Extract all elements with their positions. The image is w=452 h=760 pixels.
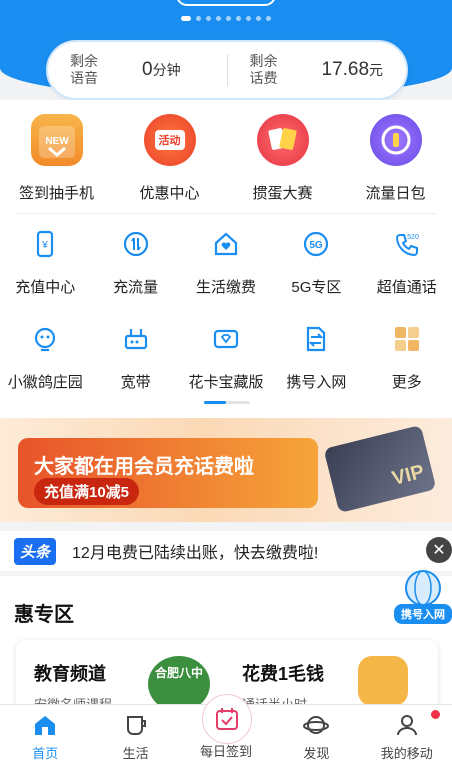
grid-more-icon (389, 321, 425, 357)
carousel-dot (266, 16, 271, 21)
promo-education-title[interactable]: 教育频道 (34, 660, 106, 686)
playing-cards-icon (256, 114, 309, 166)
service-label: 超值通话 (376, 279, 437, 296)
tab-home[interactable]: 首页 (0, 705, 90, 760)
banner-subtitle: 充值满10减5 (34, 478, 140, 505)
promo-banner[interactable]: 大家都在用会员充话费啦 充值满10减5 VIP (0, 418, 452, 522)
banner-title: 大家都在用会员充话费啦 (34, 456, 254, 478)
service-life-payment[interactable]: 生活缴费 (181, 226, 271, 297)
heart-image (358, 656, 408, 706)
calendar-gift-icon: NEW (30, 114, 83, 166)
featured-label: 优惠中心 (139, 185, 200, 202)
carousel-dot (226, 16, 231, 21)
carousel-dot (216, 16, 221, 21)
fee-balance-label: 剩余话费 (249, 53, 278, 86)
service-number-transfer[interactable]: 携号入网 (271, 321, 361, 392)
carousel-indicator (0, 16, 452, 21)
fee-balance-value: 17.68元 (321, 59, 384, 80)
notification-dot (431, 710, 440, 719)
pigeon-icon (27, 321, 63, 357)
tab-life[interactable]: 生活 (90, 705, 180, 760)
user-icon (393, 713, 421, 737)
featured-row: NEW 签到抽手机 活动 优惠中心 掼蛋大赛 流量日包 (0, 114, 452, 203)
carousel-dot (181, 16, 191, 21)
service-label: 携号入网 (286, 374, 347, 391)
service-label: 充值中心 (15, 279, 76, 296)
featured-label: 签到抽手机 (18, 185, 94, 202)
service-recharge[interactable]: ¥ 充值中心 (0, 226, 90, 297)
carousel-dot (256, 16, 261, 21)
svg-text:NEW: NEW (45, 136, 69, 147)
tab-discover[interactable]: 发现 (271, 705, 361, 760)
planet-icon (302, 713, 330, 737)
headline-text: 12月电费已陆续出账，快去缴费啦! (72, 545, 319, 562)
service-label: 5G专区 (291, 279, 342, 296)
call-520-icon: 520 (389, 226, 425, 262)
featured-label: 流量日包 (365, 185, 426, 202)
service-label: 更多 (391, 374, 422, 391)
globe-icon (405, 570, 441, 606)
featured-card-contest[interactable]: 掼蛋大赛 (226, 114, 339, 203)
svg-text:5G: 5G (310, 240, 324, 251)
carousel-dot (206, 16, 211, 21)
grid-page-indicator (204, 401, 250, 404)
service-5g[interactable]: 5G 5G专区 (271, 226, 361, 297)
tab-label: 首页 (32, 746, 59, 760)
headline-tag: 头条 (14, 537, 57, 565)
divider (16, 213, 436, 214)
featured-checkin-phone[interactable]: NEW 签到抽手机 (0, 114, 113, 203)
grid-page-indicator-fill (204, 401, 226, 404)
featured-label: 掼蛋大赛 (252, 185, 313, 202)
service-more[interactable]: 更多 (362, 321, 452, 392)
flow-package-icon (369, 114, 422, 166)
close-icon[interactable]: ✕ (426, 537, 452, 563)
pull-handle[interactable] (176, 0, 276, 6)
service-value-call[interactable]: 520 超值通话 (362, 226, 452, 297)
section-title: 惠专区 (14, 604, 74, 626)
tab-label: 我的移动 (380, 746, 433, 760)
router-icon (118, 321, 154, 357)
fee-balance[interactable]: 剩余话费 17.68元 (228, 53, 407, 87)
headline-notice[interactable]: 头条 12月电费已陆续出账，快去缴费啦! (0, 531, 452, 571)
service-label: 小徽鸽庄园 (7, 374, 83, 391)
service-label: 生活缴费 (195, 279, 256, 296)
service-grid: ¥ 充值中心 充流量 生活缴费 5G 5G专区 520 超值通话 小徽鸽庄园 宽… (0, 226, 452, 392)
carousel-dot (196, 16, 201, 21)
home-icon (31, 713, 59, 737)
balance-card[interactable]: 剩余语音 0分钟 剩余话费 17.68元 (46, 40, 408, 100)
voice-balance-label: 剩余语音 (70, 53, 98, 86)
service-label: 宽带 (120, 374, 151, 391)
home-heart-icon (208, 226, 244, 262)
service-data-recharge[interactable]: 充流量 (90, 226, 180, 297)
service-pigeon-manor[interactable]: 小徽鸽庄园 (0, 321, 90, 392)
featured-discount-center[interactable]: 活动 优惠中心 (113, 114, 226, 203)
floating-transfer-badge[interactable]: 携号入网 (394, 566, 452, 628)
carousel-dot (246, 16, 251, 21)
voice-balance[interactable]: 剩余语音 0分钟 (48, 53, 227, 87)
service-label: 充流量 (113, 279, 159, 296)
number-transfer-icon (298, 321, 334, 357)
floating-badge-label: 携号入网 (394, 604, 452, 624)
tab-label: 发现 (303, 746, 330, 760)
voice-balance-value: 0分钟 (142, 59, 181, 80)
data-flow-icon (118, 226, 154, 262)
svg-text:¥: ¥ (41, 240, 48, 251)
calendar-check-icon (216, 708, 238, 730)
promo-call-title[interactable]: 花费1毛钱 (242, 660, 324, 686)
5g-icon: 5G (298, 226, 334, 262)
phone-recharge-icon: ¥ (27, 226, 63, 262)
vip-card-image: VIP (323, 424, 437, 514)
shopping-bag-icon: 活动 (143, 114, 196, 166)
card-diamond-icon (208, 321, 244, 357)
service-broadband[interactable]: 宽带 (90, 321, 180, 392)
cup-icon (122, 713, 150, 737)
daily-checkin-button[interactable] (202, 694, 252, 744)
tab-label: 生活 (122, 746, 149, 760)
featured-flow-daily[interactable]: 流量日包 (339, 114, 452, 203)
service-label: 花卡宝藏版 (188, 374, 264, 391)
carousel-dot (236, 16, 241, 21)
service-flower-card[interactable]: 花卡宝藏版 (181, 321, 271, 392)
svg-text:520: 520 (407, 234, 419, 241)
